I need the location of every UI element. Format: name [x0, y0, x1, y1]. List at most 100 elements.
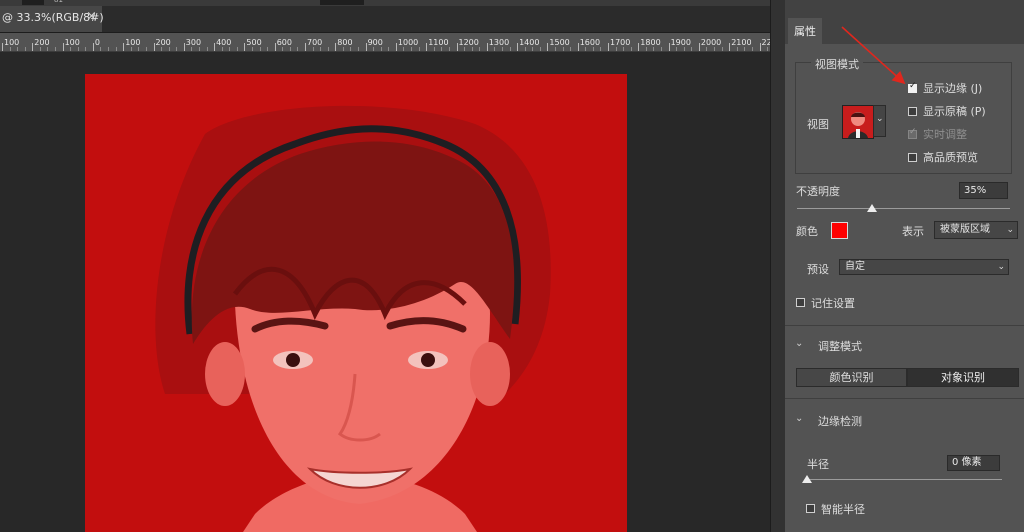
ruler-tick-label: 22 [761, 38, 771, 47]
ruler-minor-tick [509, 47, 511, 51]
ruler-minor-tick [289, 47, 291, 51]
ruler-minor-tick [706, 47, 708, 51]
overlay-color-swatch[interactable] [831, 222, 848, 239]
ruler-minor-tick [236, 47, 238, 51]
ruler-minor-tick [39, 47, 41, 51]
ruler-minor-tick [744, 47, 746, 51]
toolbar-tiny-label: 81 [54, 0, 63, 4]
ruler-minor-tick [259, 47, 261, 51]
ruler-tick-label: 400 [216, 38, 232, 47]
portrait-thumbnail-icon [843, 106, 873, 138]
ruler-major-tick [668, 43, 670, 51]
ruler-minor-tick [77, 47, 79, 51]
ruler-tick-label: 0 [94, 38, 100, 47]
ruler-minor-tick [320, 47, 322, 51]
ruler-minor-tick [524, 47, 526, 51]
indicates-select[interactable]: 被蒙版区域 ⌄ [934, 221, 1018, 239]
object-aware-button[interactable]: 对象识别 [907, 368, 1019, 387]
ruler-minor-tick [683, 47, 685, 51]
ruler-minor-tick [767, 47, 769, 51]
ruler-minor-tick [145, 47, 147, 51]
preset-select[interactable]: 自定 ⌄ [839, 259, 1009, 275]
ruler-minor-tick [251, 47, 253, 51]
panel-divider[interactable] [770, 0, 785, 532]
toolbar-control[interactable] [22, 0, 44, 5]
ruler-minor-tick [350, 47, 352, 51]
ruler-minor-tick [85, 47, 87, 51]
ruler-major-tick [92, 43, 94, 51]
color-aware-button[interactable]: 颜色识别 [796, 368, 907, 387]
show-original-checkbox[interactable] [908, 107, 917, 116]
remember-settings-checkbox[interactable] [796, 298, 805, 307]
indicates-label: 表示 [902, 225, 924, 238]
properties-panel: 属性 视图模式 视图 ⌄ 显示边缘 (J) 显示原稿 (P) 实时调整 高品质预… [785, 0, 1024, 532]
ruler-major-tick [153, 43, 155, 51]
ruler-minor-tick [24, 47, 26, 51]
real-time-refinement-checkbox[interactable] [908, 127, 917, 139]
tab-properties-label: 属性 [794, 25, 816, 38]
ruler-minor-tick [267, 47, 269, 51]
ruler-minor-tick [403, 47, 405, 51]
close-icon[interactable]: × [86, 9, 97, 24]
ruler-major-tick [547, 43, 549, 51]
canvas-area[interactable] [0, 52, 770, 532]
show-original-label: 显示原稿 (P) [923, 105, 986, 118]
ruler-minor-tick [479, 47, 481, 51]
ruler-tick-label: 700 [307, 38, 323, 47]
adjust-mode-title[interactable]: 调整模式 [818, 338, 862, 354]
radius-slider-thumb[interactable] [802, 475, 812, 483]
ruler-minor-tick [176, 47, 178, 51]
view-label: 视图 [807, 118, 829, 131]
ruler-minor-tick [100, 47, 102, 51]
preset-label: 预设 [807, 263, 829, 276]
view-dropdown-button[interactable]: ⌄ [873, 105, 886, 137]
section-divider [785, 398, 1024, 399]
ruler-minor-tick [570, 47, 572, 51]
section-divider [785, 325, 1024, 326]
ruler-minor-tick [342, 47, 344, 51]
ruler-minor-tick [418, 47, 420, 51]
ruler-minor-tick [358, 47, 360, 51]
show-edge-checkbox[interactable] [908, 81, 917, 93]
opacity-slider-track[interactable] [797, 208, 1010, 209]
ruler-major-tick [274, 43, 276, 51]
chevron-down-icon[interactable]: ⌄ [795, 338, 803, 349]
show-edge-label: 显示边缘 (J) [923, 82, 983, 95]
ruler-tick-label: 1300 [488, 38, 510, 47]
tab-properties[interactable]: 属性 [788, 18, 822, 44]
ruler-tick-label: 100 [4, 38, 20, 47]
ruler-minor-tick [592, 47, 594, 51]
ruler-major-tick [123, 43, 125, 51]
ruler-minor-tick [623, 47, 625, 51]
ruler-major-tick [698, 43, 700, 51]
radius-label: 半径 [807, 458, 829, 471]
ruler-minor-tick [17, 47, 19, 51]
ruler-minor-tick [585, 47, 587, 51]
ruler-tick-label: 2100 [731, 38, 752, 47]
toolbar-control[interactable] [320, 0, 364, 5]
opacity-slider-thumb[interactable] [866, 204, 877, 212]
edge-detection-title[interactable]: 边缘检测 [818, 413, 862, 429]
ruler-minor-tick [312, 47, 314, 51]
radius-input[interactable]: 0 像素 [947, 455, 1000, 471]
ruler-tick-label: 1000 [397, 38, 419, 47]
ruler-minor-tick [539, 47, 541, 51]
view-thumbnail[interactable] [842, 105, 874, 139]
indicates-value: 被蒙版区域 [940, 224, 990, 235]
ruler-minor-tick [464, 47, 466, 51]
ruler-minor-tick [282, 47, 284, 51]
radius-slider-track[interactable] [807, 479, 1002, 480]
ruler-minor-tick [9, 47, 11, 51]
high-quality-preview-checkbox[interactable] [908, 153, 917, 162]
horizontal-ruler: 100 200 100 0 100 200 300 400 500 600 700 800 900 100… [0, 33, 770, 52]
ruler-minor-tick [714, 47, 716, 51]
portrait-photo-with-red-overlay[interactable] [85, 74, 627, 532]
document-tab[interactable]: @ 33.3%(RGB/8#) × [0, 6, 104, 32]
chevron-down-icon[interactable]: ⌄ [795, 413, 803, 424]
opacity-input[interactable]: 35% [959, 182, 1008, 199]
ruler-minor-tick [168, 47, 170, 51]
ruler-tick-label: 900 [367, 38, 383, 47]
smart-radius-checkbox[interactable] [806, 504, 815, 513]
ruler-minor-tick [115, 47, 117, 51]
ruler-minor-tick [433, 47, 435, 51]
